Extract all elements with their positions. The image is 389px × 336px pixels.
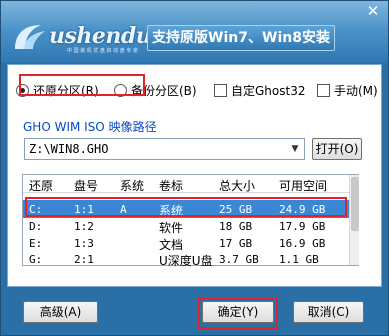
size-cell: 3.7 GB	[219, 253, 259, 266]
image-path-combobox[interactable]: Z:\WIN8.GHO ▼	[24, 138, 305, 160]
ushendu-logo: ushendu 中 国 装 机 优 盘 启 动 盘 专 家	[11, 19, 152, 55]
checkbox-indicator	[214, 83, 227, 97]
free-cell: 17.9 GB	[279, 220, 326, 233]
image-path-value: Z:\WIN8.GHO	[29, 142, 109, 156]
button-bar: 高级(A) 确定(Y) 取消(C)	[1, 288, 388, 335]
title-bar: ushendu 中 国 装 机 优 盘 启 动 盘 专 家 支持原版Win7、W…	[1, 1, 388, 63]
manual-label: 手动(M)	[334, 83, 378, 98]
close-button[interactable]: ✕	[358, 1, 388, 23]
selected-row-highlight-box	[25, 197, 347, 217]
slogan-banner: 支持原版Win7、Win8安装	[147, 25, 335, 51]
table-row[interactable]: G: 2:1 U深度U盘 3.7 GB 1.1 GB	[23, 250, 349, 268]
ghost-installer-window: ushendu 中 国 装 机 优 盘 启 动 盘 专 家 支持原版Win7、W…	[0, 0, 389, 336]
ok-highlight-box	[198, 298, 278, 329]
open-button[interactable]: 打开(O)	[312, 138, 362, 160]
disk-cell: 1:3	[74, 237, 94, 250]
table-row[interactable]: D: 1:2 软件 18 GB 17.9 GB	[23, 217, 349, 235]
checkbox-indicator	[317, 83, 330, 97]
disk-cell: 2:1	[74, 253, 94, 266]
custom-ghost32-label: 自定Ghost32	[231, 83, 306, 98]
drive-cell: E:	[29, 237, 43, 250]
volume-cell: U深度U盘	[159, 254, 213, 268]
drive-cell: G:	[29, 253, 43, 266]
advanced-button[interactable]: 高级(A)	[23, 301, 98, 323]
column-header[interactable]: 总大小	[219, 177, 255, 194]
size-cell: 17 GB	[219, 237, 253, 250]
close-icon: ✕	[366, 2, 380, 20]
manual-checkbox[interactable]: 手动(M)	[317, 82, 378, 98]
logo-mark-icon	[15, 25, 45, 49]
image-path-label: GHO WIM ISO 映像路径	[23, 120, 157, 134]
column-header[interactable]: 系统	[120, 177, 144, 194]
column-header[interactable]: 卷标	[159, 177, 183, 194]
path-highlight-box	[19, 74, 145, 96]
logo-wordmark: ushendu	[49, 23, 152, 49]
table-header: 还原 盘号 系统 卷标 总大小 可用空间	[23, 175, 349, 193]
cancel-button[interactable]: 取消(C)	[293, 301, 364, 323]
column-header[interactable]: 可用空间	[279, 177, 327, 194]
drive-cell: D:	[29, 220, 43, 233]
column-header[interactable]: 还原	[29, 177, 53, 194]
partition-table: 还原 盘号 系统 卷标 总大小 可用空间 C: 1:1 A 系统 25 GB 2…	[22, 174, 359, 268]
table-scrollbar[interactable]	[349, 175, 359, 265]
free-cell: 1.1 GB	[279, 253, 319, 266]
logo-tagline: 中 国 装 机 优 盘 启 动 盘 专 家	[67, 48, 138, 54]
scrollbar-thumb[interactable]	[351, 177, 359, 231]
size-cell: 18 GB	[219, 220, 253, 233]
custom-ghost32-checkbox[interactable]: 自定Ghost32	[214, 82, 305, 98]
column-header[interactable]: 盘号	[74, 177, 98, 194]
free-cell: 16.9 GB	[279, 237, 326, 250]
disk-cell: 1:2	[74, 220, 94, 233]
chevron-down-icon[interactable]: ▼	[288, 142, 302, 156]
